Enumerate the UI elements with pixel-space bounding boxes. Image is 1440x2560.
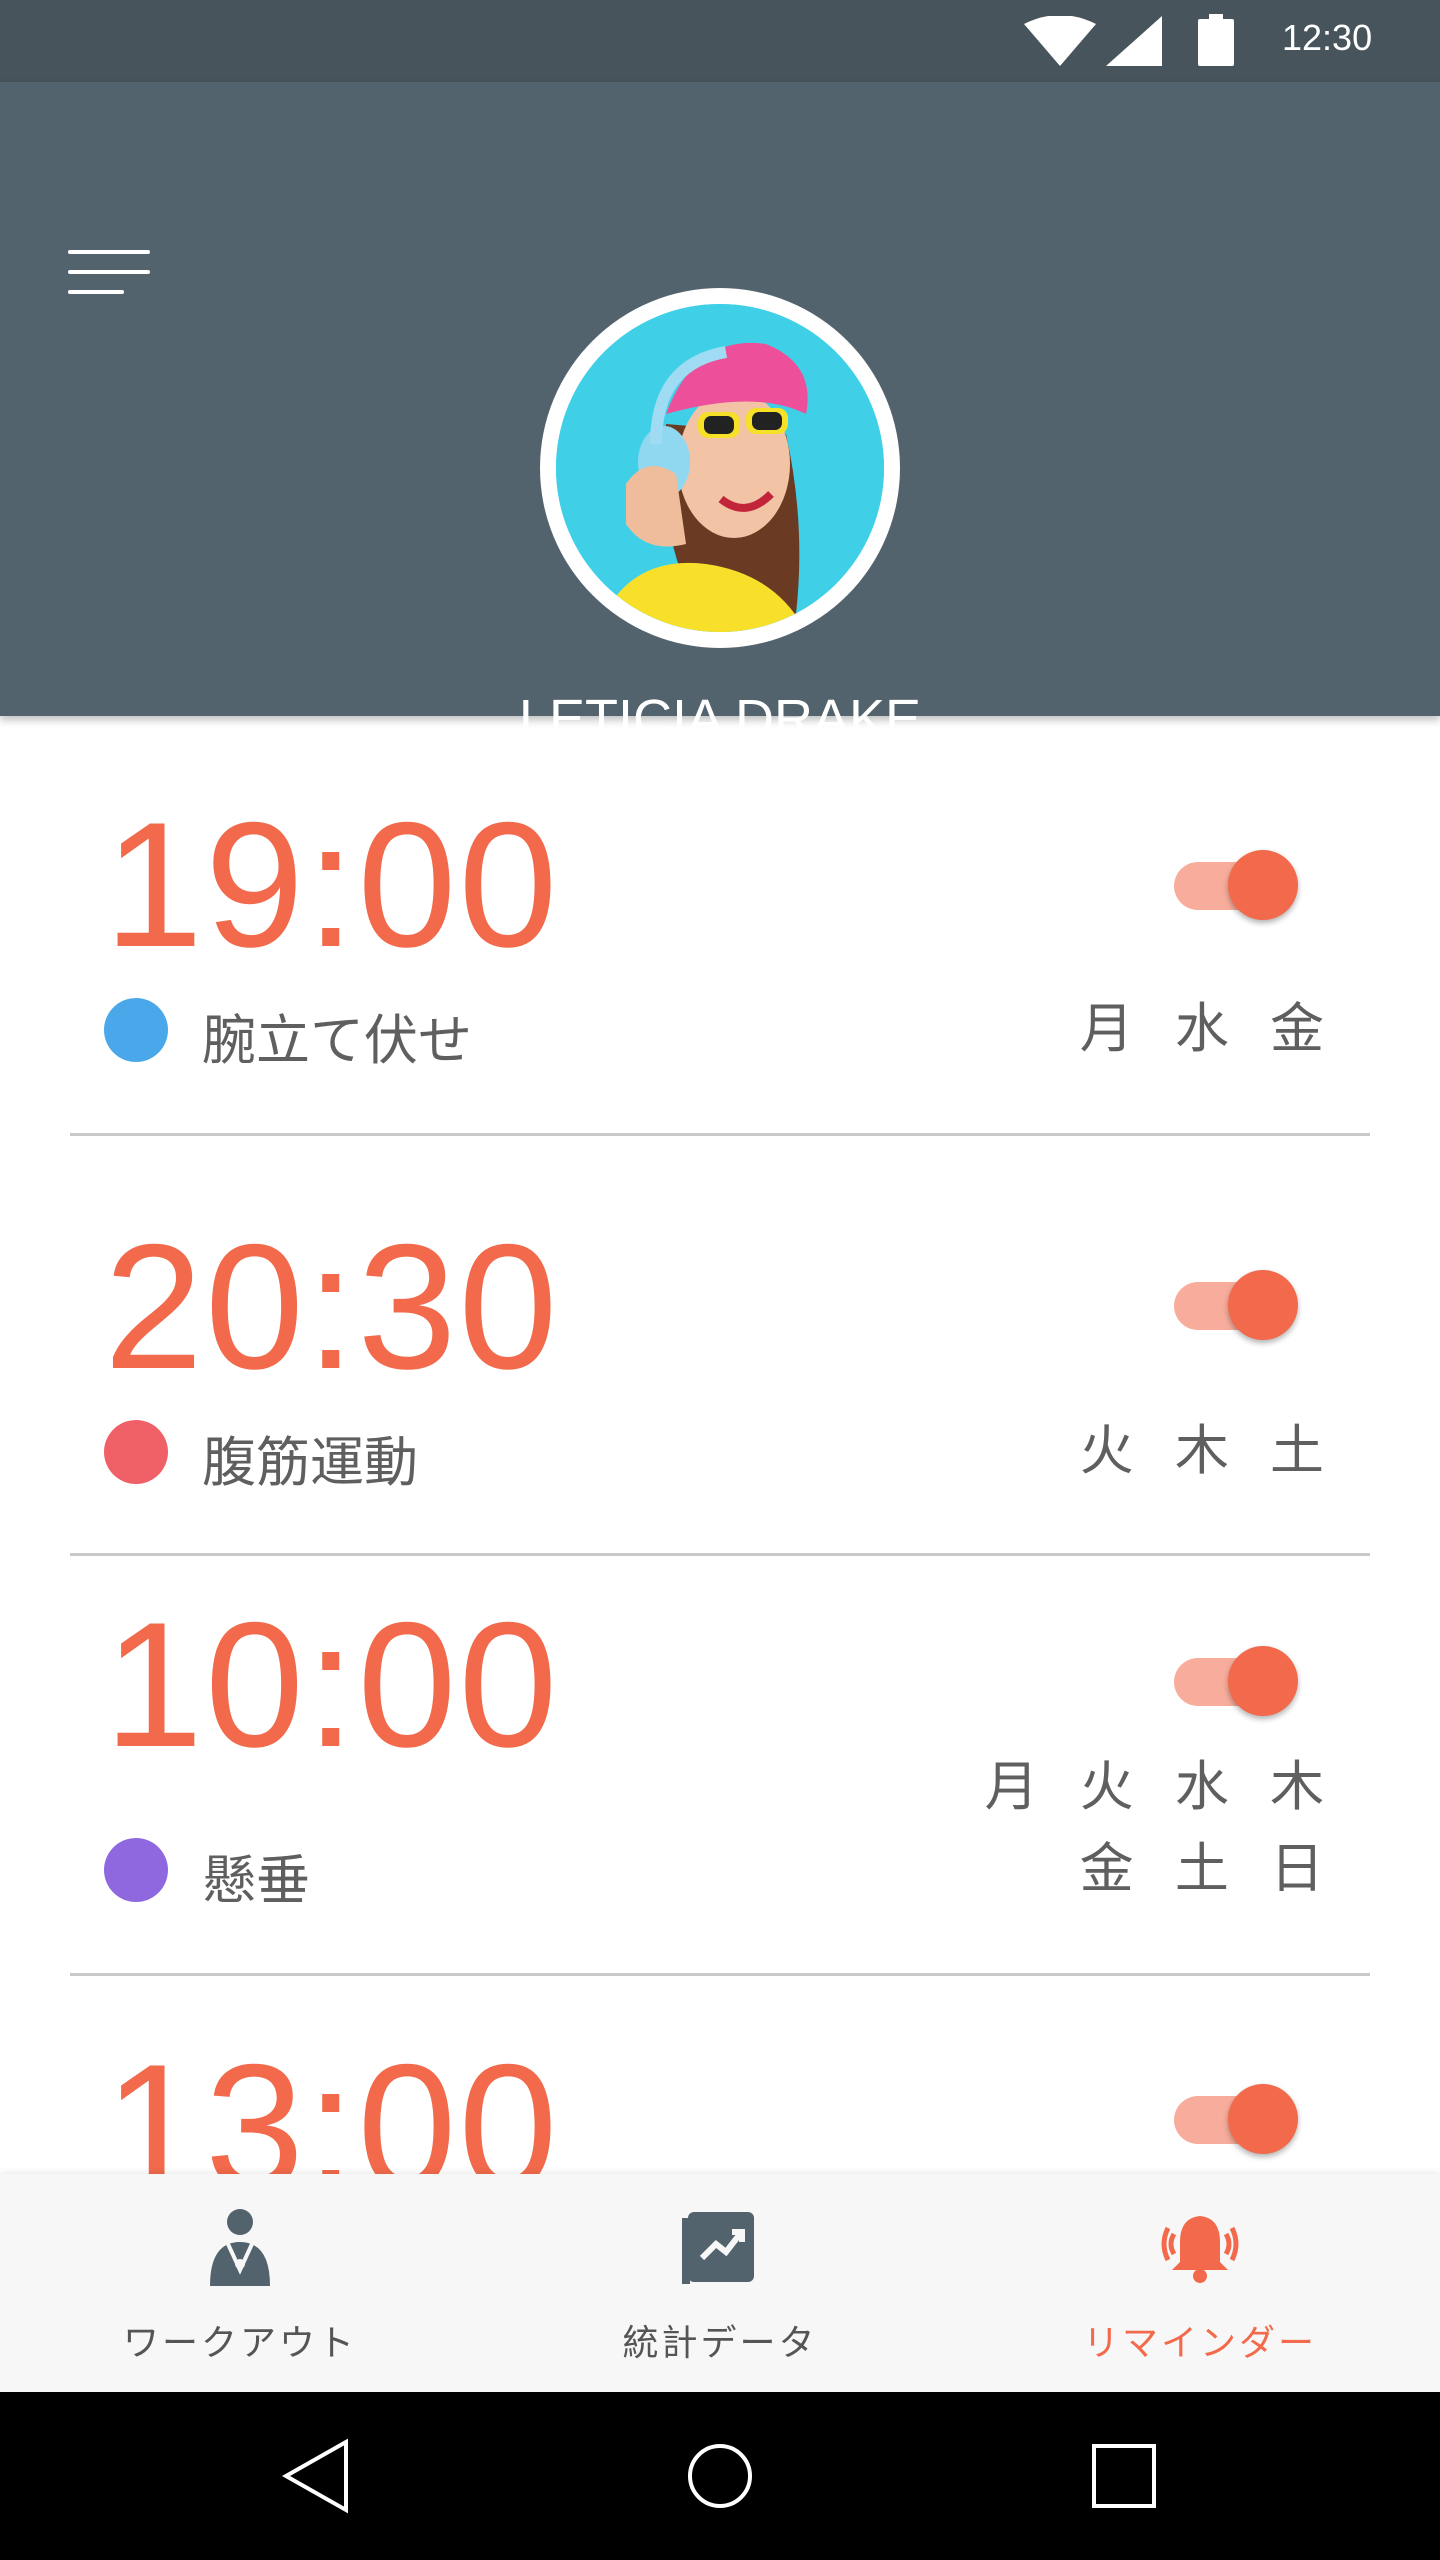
bell-ringing-icon xyxy=(1161,2216,1239,2283)
stats-chart-icon xyxy=(682,2212,754,2284)
reminder-label: 腹筋運動 xyxy=(202,1431,418,1494)
avatar[interactable] xyxy=(540,288,900,648)
reminder-item[interactable]: 10:00 懸垂 月 火 水 木 金 土 日 xyxy=(0,1556,1440,1976)
profile-header: LETICIA DRAKE xyxy=(0,82,1440,749)
reminder-label: 懸垂 xyxy=(202,1849,310,1912)
reminder-item[interactable]: 20:30 腹筋運動 火 木 土 xyxy=(0,1136,1440,1556)
nav-workout[interactable]: ワークアウト xyxy=(0,2174,480,2392)
reminder-item[interactable]: 13:00 xyxy=(0,1976,1440,2174)
workout-person-icon xyxy=(210,2209,270,2286)
reminder-time: 13:00 xyxy=(104,2027,560,2175)
reminder-days: 月 水 金 xyxy=(1079,997,1336,1060)
home-icon[interactable] xyxy=(684,2436,756,2516)
system-navigation-bar xyxy=(0,2392,1440,2560)
wifi-icon xyxy=(1024,16,1096,66)
profile-photo xyxy=(556,304,884,632)
reminder-days: 月 火 水 木 金 土 日 xyxy=(984,1755,1336,1900)
nav-reminder-label: リマインダー xyxy=(1082,2323,1317,2364)
reminder-time: 10:00 xyxy=(104,1585,560,1784)
signal-icon xyxy=(1106,16,1162,66)
battery-icon xyxy=(1198,14,1234,66)
reminder-time: 19:00 xyxy=(104,785,560,984)
menu-icon[interactable] xyxy=(68,250,150,298)
back-icon[interactable] xyxy=(280,2436,352,2516)
reminder-toggle[interactable] xyxy=(1172,850,1302,920)
workout-color-dot xyxy=(104,1838,168,1902)
reminder-toggle[interactable] xyxy=(1172,1270,1302,1340)
reminder-toggle[interactable] xyxy=(1172,2084,1302,2154)
reminder-days: 火 木 土 xyxy=(1079,1419,1336,1482)
nav-stats[interactable]: 統計データ xyxy=(480,2174,960,2392)
workout-color-dot xyxy=(104,1420,168,1484)
nav-workout-label: ワークアウト xyxy=(122,2323,357,2364)
nav-reminder[interactable]: リマインダー xyxy=(960,2174,1440,2392)
reminder-time: 20:30 xyxy=(104,1207,560,1406)
nav-stats-label: 統計データ xyxy=(622,2323,818,2364)
status-bar: 12:30 xyxy=(0,0,1440,82)
status-time: 12:30 xyxy=(1282,17,1373,58)
reminder-label: 腕立て伏せ xyxy=(202,1009,472,1072)
recents-icon[interactable] xyxy=(1088,2436,1160,2516)
reminder-toggle[interactable] xyxy=(1172,1646,1302,1716)
workout-color-dot xyxy=(104,998,168,1062)
reminder-item[interactable]: 19:00 腕立て伏せ 月 水 金 xyxy=(0,716,1440,1136)
bottom-navigation: ワークアウト 統計データ リマインダー xyxy=(0,2174,1440,2392)
